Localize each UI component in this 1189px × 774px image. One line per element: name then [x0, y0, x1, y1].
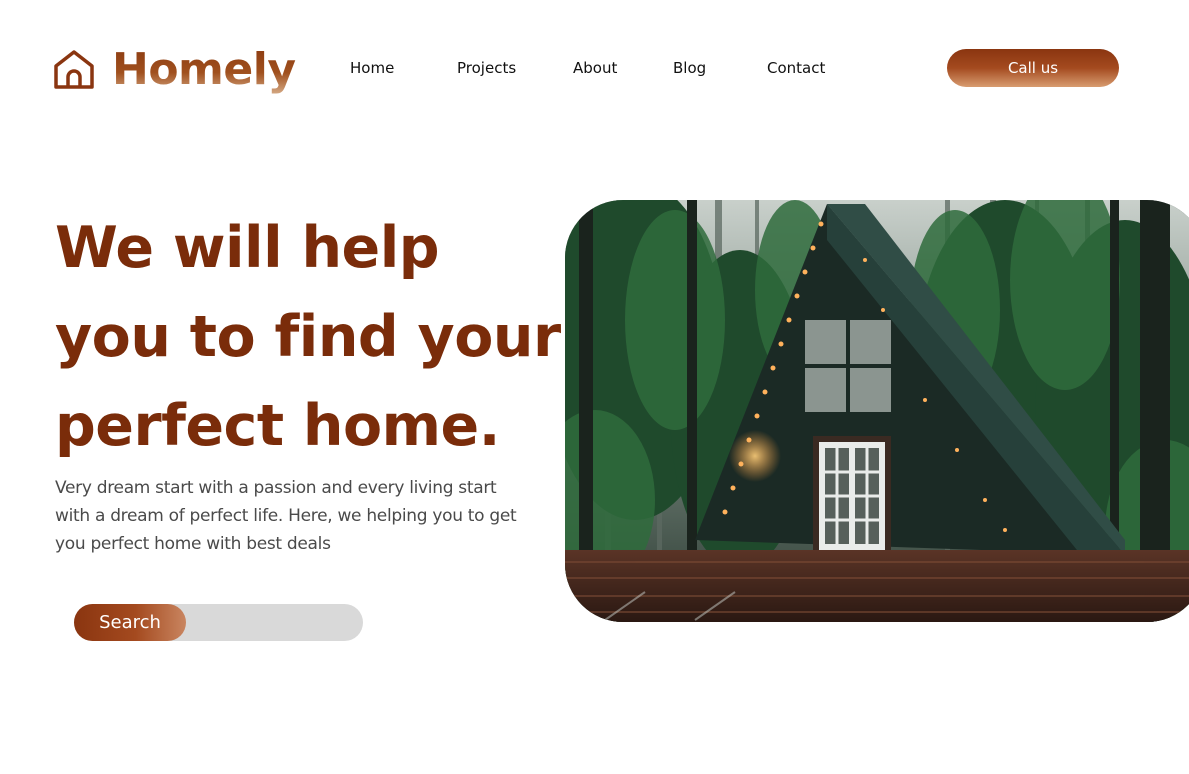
hero-title: We will help you to find your perfect ho…: [55, 204, 561, 471]
nav-link-about[interactable]: About: [573, 58, 617, 78]
nav-link-home[interactable]: Home: [350, 58, 394, 78]
nav-link-contact[interactable]: Contact: [767, 58, 825, 78]
nav-link-projects[interactable]: Projects: [457, 58, 516, 78]
cabin-photo: [565, 200, 1189, 622]
hero-title-line: perfect home.: [55, 393, 500, 459]
hero-title-line: you to find your: [55, 304, 561, 370]
hero-title-line: We will help: [55, 215, 440, 281]
brand-logo[interactable]: Homely: [52, 44, 296, 96]
house-icon: [54, 50, 94, 89]
call-us-button[interactable]: Call us: [947, 49, 1119, 87]
search-button[interactable]: Search: [74, 604, 186, 641]
nav-link-blog[interactable]: Blog: [673, 58, 706, 78]
hero-description: Very dream start with a passion and ever…: [55, 478, 517, 554]
brand-name: Homely: [112, 44, 296, 95]
hero-image: [565, 200, 1189, 622]
landing-page: Homely Home Projects About Blog Contact …: [0, 0, 1189, 774]
